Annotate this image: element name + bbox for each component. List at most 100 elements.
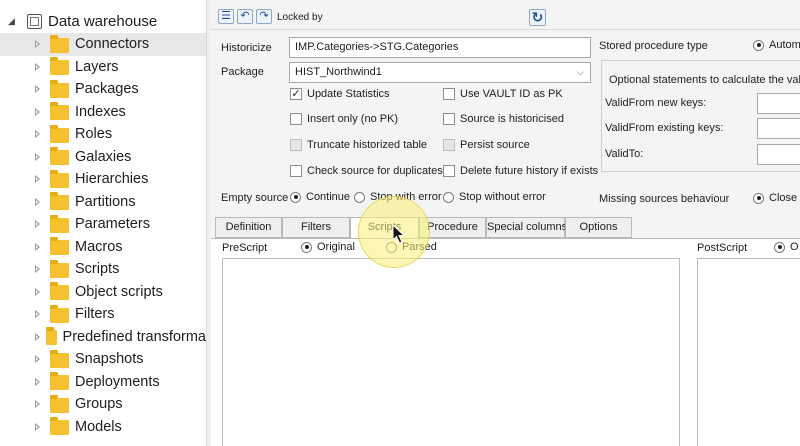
tree-item-snapshots[interactable]: Snapshots — [0, 348, 206, 371]
tree-item-groups[interactable]: Groups — [0, 393, 206, 416]
expand-triangle-icon[interactable] — [34, 310, 42, 319]
truncate-historized-checkbox[interactable]: Truncate historized table — [290, 139, 427, 151]
expand-triangle-icon[interactable] — [34, 242, 42, 251]
editor-pane: ☰ ↶ ↷ Locked by ↻ Historicize IMP.Catego… — [211, 0, 800, 446]
expand-triangle-icon[interactable] — [34, 265, 42, 274]
tab-options[interactable]: Options — [565, 217, 632, 238]
historicize-label: Historicize — [221, 42, 272, 54]
radio-selected-icon — [753, 39, 764, 51]
empty-source-stop-without-error-radio[interactable]: Stop without error — [443, 191, 546, 203]
tree-item-label: Parameters — [75, 216, 150, 233]
expand-triangle-icon[interactable] — [34, 377, 42, 386]
valid-from-existing-field[interactable] — [757, 118, 800, 139]
expand-triangle-icon[interactable] — [34, 287, 42, 296]
tree-item-label: Partitions — [75, 193, 136, 210]
tree-item-filters[interactable]: Filters — [0, 303, 206, 326]
locked-by-label: Locked by — [277, 12, 323, 23]
valid-to-field[interactable] — [757, 144, 800, 165]
use-vault-id-checkbox[interactable]: Use VAULT ID as PK — [443, 88, 563, 100]
tree-item-layers[interactable]: Layers — [0, 56, 206, 79]
expand-triangle-icon[interactable] — [34, 175, 42, 184]
historicize-field[interactable]: IMP.Categories->STG.Categories — [289, 37, 591, 58]
tree-item-partitions[interactable]: Partitions — [0, 191, 206, 214]
tree-item-label: Indexes — [75, 103, 126, 120]
tree-item-label: Layers — [75, 58, 119, 75]
tree-item-object-scripts[interactable]: Object scripts — [0, 281, 206, 304]
continue-label: Continue — [306, 191, 351, 203]
prescript-editor[interactable] — [222, 258, 680, 446]
refresh-icon[interactable]: ↻ — [529, 9, 546, 26]
scripts-tab-panel: PreScript Original Parsed PostScript O — [211, 238, 800, 446]
expand-triangle-icon[interactable] — [34, 197, 42, 206]
postscript-editor[interactable] — [697, 258, 800, 446]
missing-sources-label: Missing sources behaviour — [599, 193, 730, 205]
undo-icon[interactable]: ↶ — [237, 9, 253, 24]
folder-icon — [50, 79, 69, 98]
expanded-caret-icon[interactable]: ◢ — [8, 16, 18, 27]
delete-future-history-label: Delete future history if exists — [460, 165, 599, 177]
tree-root-data-warehouse[interactable]: ◢ Data warehouse — [8, 10, 157, 32]
prescript-parsed-radio[interactable]: Parsed — [386, 241, 437, 253]
use-vault-id-label: Use VAULT ID as PK — [460, 88, 563, 100]
tree-item-label: Macros — [75, 238, 123, 255]
tree-item-label: Filters — [75, 306, 115, 323]
tree-item-deployments[interactable]: Deployments — [0, 371, 206, 394]
tree-item-scripts[interactable]: Scripts — [0, 258, 206, 281]
expand-triangle-icon[interactable] — [34, 220, 42, 229]
tree-item-roles[interactable]: Roles — [0, 123, 206, 146]
update-statistics-checkbox[interactable]: ✓ Update Statistics — [290, 88, 390, 100]
persist-source-label: Persist source — [460, 139, 530, 151]
optional-group-title: Optional statements to calculate the val… — [607, 74, 800, 86]
tab-procedure[interactable]: Procedure — [419, 217, 486, 238]
redo-icon[interactable]: ↷ — [256, 9, 272, 24]
postscript-original-label: O — [790, 241, 799, 253]
tree-item-label: Packages — [75, 81, 139, 98]
expand-triangle-icon[interactable] — [34, 85, 42, 94]
tab-scripts[interactable]: Scripts — [350, 217, 419, 239]
package-dropdown[interactable]: HIST_Northwind1 ⌵ — [289, 62, 591, 83]
valid-from-new-field[interactable] — [757, 93, 800, 114]
expand-triangle-icon[interactable] — [34, 355, 42, 364]
stop-with-error-label: Stop with error — [370, 191, 442, 203]
persist-source-checkbox[interactable]: Persist source — [443, 139, 530, 151]
tree-item-models[interactable]: Models — [0, 416, 206, 439]
expand-triangle-icon[interactable] — [34, 62, 42, 71]
tree-item-parameters[interactable]: Parameters — [0, 213, 206, 236]
prescript-parsed-label: Parsed — [402, 241, 437, 253]
expand-triangle-icon[interactable] — [34, 107, 42, 116]
stored-procedure-type-auto-radio[interactable]: Autom — [753, 39, 800, 51]
tree-item-galaxies[interactable]: Galaxies — [0, 146, 206, 169]
folder-icon — [50, 417, 69, 436]
prescript-label: PreScript — [222, 242, 268, 254]
missing-sources-close-radio[interactable]: Close — [753, 192, 797, 204]
insert-only-checkbox[interactable]: Insert only (no PK) — [290, 113, 398, 125]
properties-list-icon[interactable]: ☰ — [218, 9, 234, 24]
tab-filters[interactable]: Filters — [282, 217, 350, 238]
source-historicised-checkbox[interactable]: Source is historicised — [443, 113, 564, 125]
tree-item-packages[interactable]: Packages — [0, 78, 206, 101]
expand-triangle-icon[interactable] — [34, 422, 42, 431]
expand-triangle-icon[interactable] — [34, 400, 42, 409]
tree-item-label: Snapshots — [75, 351, 144, 368]
radio-selected-icon — [301, 241, 312, 253]
check-duplicates-checkbox[interactable]: Check source for duplicates — [290, 165, 443, 177]
expand-triangle-icon[interactable] — [34, 130, 42, 139]
prescript-original-radio[interactable]: Original — [301, 241, 355, 253]
empty-source-continue-radio[interactable]: Continue — [290, 191, 350, 203]
tree-item-macros[interactable]: Macros — [0, 236, 206, 259]
checkbox-box — [443, 88, 455, 100]
delete-future-history-checkbox[interactable]: Delete future history if exists — [443, 165, 598, 177]
tree-item-indexes[interactable]: Indexes — [0, 101, 206, 124]
postscript-original-radio[interactable]: O — [774, 241, 799, 253]
tree-item-predefined-transforma[interactable]: Predefined transforma — [0, 326, 206, 349]
tree-item-hierarchies[interactable]: Hierarchies — [0, 168, 206, 191]
tab-special-columns[interactable]: Special columns — [486, 217, 567, 238]
folder-icon — [50, 169, 69, 188]
package-value: HIST_Northwind1 — [295, 66, 382, 78]
tree-item-connectors[interactable]: Connectors — [0, 33, 206, 56]
empty-source-stop-with-error-radio[interactable]: Stop with error — [354, 191, 442, 203]
tab-definition[interactable]: Definition — [215, 217, 282, 238]
expand-triangle-icon[interactable] — [34, 332, 41, 341]
expand-triangle-icon[interactable] — [34, 40, 42, 49]
expand-triangle-icon[interactable] — [34, 152, 42, 161]
